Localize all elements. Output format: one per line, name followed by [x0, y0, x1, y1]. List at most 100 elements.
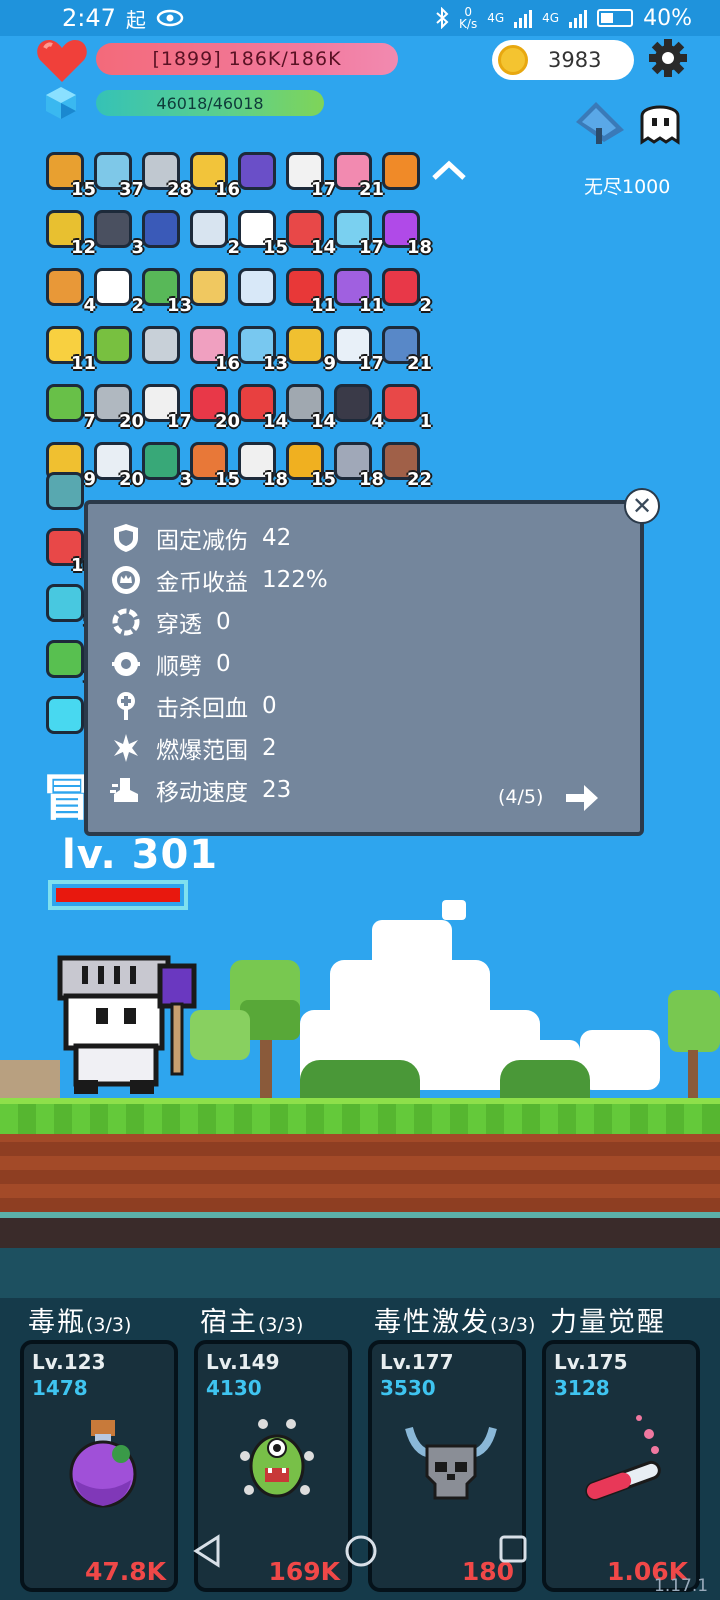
- inventory-item[interactable]: 11: [330, 264, 384, 316]
- item-icon: [46, 584, 84, 622]
- inventory-item[interactable]: [42, 692, 90, 740]
- inventory-item[interactable]: 1: [378, 380, 432, 432]
- inventory-item[interactable]: [234, 264, 282, 312]
- stat-value: 2: [262, 735, 277, 761]
- chevron-up-icon[interactable]: [430, 156, 468, 184]
- stat-row-coin-income: 金币收益 122%: [110, 562, 328, 598]
- item-icon: [94, 210, 132, 248]
- settings-gear-icon[interactable]: [648, 38, 688, 78]
- inventory-item[interactable]: 14: [282, 380, 336, 432]
- inventory-item[interactable]: 13: [138, 264, 192, 316]
- item-icon: [142, 326, 180, 364]
- inventory-item[interactable]: 20: [90, 380, 144, 432]
- close-icon: ✕: [631, 492, 653, 520]
- skill-cost: 169K: [268, 1557, 340, 1586]
- item-icon: [238, 152, 276, 190]
- inventory-item[interactable]: [234, 148, 282, 196]
- inventory-item[interactable]: 11: [282, 264, 336, 316]
- inventory-item[interactable]: 2: [90, 264, 144, 316]
- endless-mode-button[interactable]: [572, 98, 684, 146]
- eye-icon: [156, 9, 184, 27]
- inventory-item[interactable]: 18: [378, 206, 432, 258]
- skill-power: 3128: [554, 1376, 610, 1400]
- inventory-item[interactable]: [90, 322, 138, 370]
- coin-counter[interactable]: 3983: [492, 40, 634, 80]
- inventory-item[interactable]: 7: [42, 380, 96, 432]
- inventory-item[interactable]: 16: [186, 148, 240, 200]
- inventory-item[interactable]: 3: [138, 438, 192, 490]
- back-nav-icon[interactable]: [192, 1534, 222, 1568]
- inventory-item[interactable]: [378, 148, 426, 196]
- item-icon: [94, 326, 132, 364]
- inventory-item[interactable]: 17: [330, 206, 384, 258]
- poison-bottle-icon: [69, 1420, 137, 1508]
- inventory-item[interactable]: 4: [330, 380, 384, 432]
- inventory-item[interactable]: [138, 206, 186, 254]
- inventory-item[interactable]: 5: [42, 580, 96, 632]
- inventory-item[interactable]: 17: [282, 148, 336, 200]
- stat-row-move-speed: 移动速度 23: [110, 772, 291, 808]
- status-bar: 2:47 起 0 K/s 4G 4G 40%: [0, 0, 720, 36]
- inventory-item[interactable]: 21: [378, 322, 432, 374]
- arrow-right-icon[interactable]: [564, 780, 600, 816]
- inventory-item[interactable]: 10: [42, 524, 96, 576]
- inventory-item[interactable]: [42, 468, 90, 516]
- hp-bar: [1899] 186K/186K: [96, 43, 398, 75]
- skill-level: Lv.123: [32, 1350, 106, 1374]
- coin-icon: [498, 45, 528, 75]
- version-label: 1.17.1: [654, 1576, 709, 1596]
- inventory-item[interactable]: 15: [282, 438, 336, 490]
- skill-card-poison-bottle[interactable]: Lv.123 1478 47.8K: [20, 1340, 178, 1592]
- inventory-item[interactable]: 18: [234, 438, 288, 490]
- stat-row-burst-range: 燃爆范围 2: [110, 730, 277, 766]
- inventory-item[interactable]: 3: [90, 206, 144, 258]
- home-nav-icon[interactable]: [344, 1534, 378, 1568]
- inventory-item[interactable]: 4: [42, 264, 96, 316]
- inventory-item[interactable]: 20: [186, 380, 240, 432]
- inventory-item[interactable]: 3: [42, 636, 96, 688]
- inventory-item[interactable]: 14: [282, 206, 336, 258]
- item-icon: [46, 472, 84, 510]
- stat-label: 移动速度: [156, 780, 248, 806]
- item-icon: [382, 152, 420, 190]
- stats-popup: 固定减伤 42 金币收益 122% 穿透 0 顺劈 0 击杀回血 0 燃爆范围 …: [84, 500, 644, 836]
- inventory-item[interactable]: 20: [90, 438, 144, 490]
- item-icon: [190, 210, 228, 248]
- skill-power: 1478: [32, 1376, 88, 1400]
- item-icon: [46, 696, 84, 734]
- skill-level: Lv.177: [380, 1350, 454, 1374]
- inventory-item[interactable]: 2: [186, 206, 240, 258]
- item-icon: [382, 384, 420, 422]
- inventory-item[interactable]: 15: [234, 206, 288, 258]
- close-button[interactable]: ✕: [624, 488, 660, 524]
- inventory-item[interactable]: 15: [42, 148, 96, 200]
- inventory-item[interactable]: 22: [378, 438, 432, 490]
- horned-skull-icon: [405, 1426, 497, 1500]
- recents-nav-icon[interactable]: [498, 1534, 528, 1564]
- inventory-item[interactable]: 17: [330, 322, 384, 374]
- inventory-item[interactable]: 11: [42, 322, 96, 374]
- inventory-item[interactable]: 16: [186, 322, 240, 374]
- inventory-item[interactable]: 12: [42, 206, 96, 258]
- green-monster-icon: [240, 1419, 314, 1498]
- battery-icon: [597, 9, 634, 27]
- stat-label: 顺劈: [156, 654, 202, 680]
- inventory-item[interactable]: 15: [186, 438, 240, 490]
- inventory-item[interactable]: 2: [378, 264, 432, 316]
- inventory-item[interactable]: 37: [90, 148, 144, 200]
- item-icon: [142, 210, 180, 248]
- inventory-item[interactable]: [138, 322, 186, 370]
- inventory-item[interactable]: 13: [234, 322, 288, 374]
- inventory-item[interactable]: 17: [138, 380, 192, 432]
- inventory-item[interactable]: 21: [330, 148, 384, 200]
- endless-label: 无尽1000: [584, 176, 671, 198]
- inventory-item[interactable]: [186, 264, 234, 312]
- inventory-item[interactable]: 14: [234, 380, 288, 432]
- item-icon: [286, 326, 324, 364]
- inventory-item[interactable]: 9: [282, 322, 336, 374]
- inventory-item[interactable]: 28: [138, 148, 192, 200]
- inventory-item[interactable]: 18: [330, 438, 384, 490]
- stat-value: 0: [216, 651, 231, 677]
- skill-card-power-awaken[interactable]: Lv.175 3128 1.06K: [542, 1340, 700, 1592]
- stat-row-pierce: 穿透 0: [110, 604, 231, 640]
